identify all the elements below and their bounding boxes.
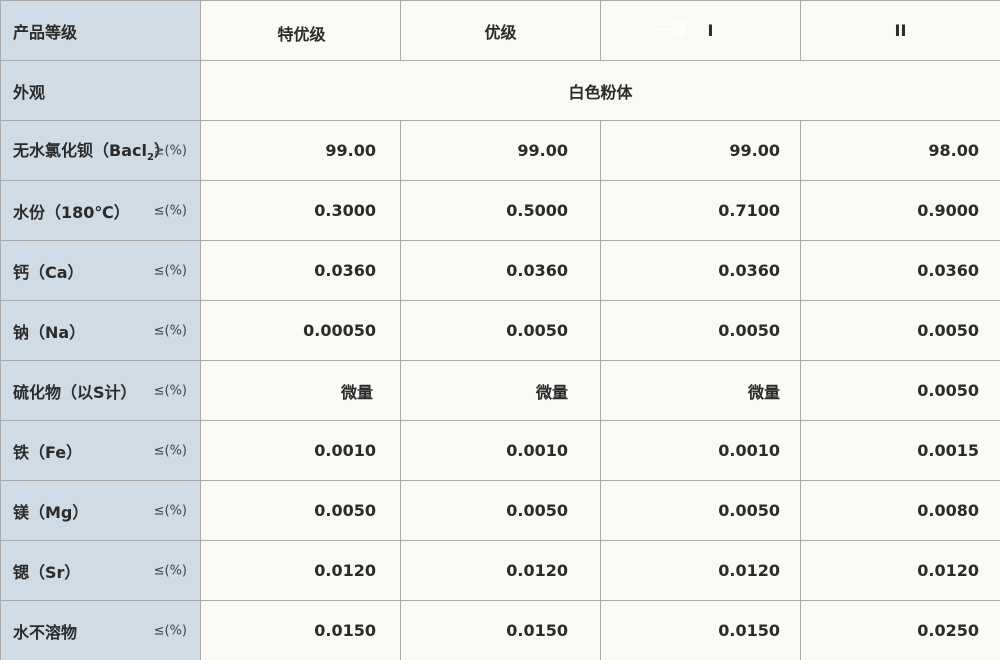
table-row: 水不溶物 ≤(%) 0.0150 0.0150 0.0150 0.0250 <box>0 600 1000 660</box>
row-label-main: 硫化物（以S计） <box>13 382 137 402</box>
value-cell: 0.0360 <box>200 240 401 301</box>
row-label: 水份（180℃） ≤(%) <box>0 180 201 241</box>
row-label: 锶（Sr） ≤(%) <box>0 540 201 601</box>
header-row: 产品等级 特优级 优级 一等 I II <box>0 0 1000 61</box>
grade-header-4: II <box>800 0 1000 61</box>
value-cell: 微量 <box>200 360 401 421</box>
value-cell: 微量 <box>400 360 601 421</box>
row-label-main: 钙（Ca） <box>13 262 84 282</box>
value-cell: 微量 <box>600 360 801 421</box>
table-row: 钙（Ca） ≤(%) 0.0360 0.0360 0.0360 0.0360 <box>0 240 1000 301</box>
row-label: 硫化物（以S计） ≤(%) <box>0 360 201 421</box>
table-row: 无水氯化钡（Bacl2） ≥(%) 99.00 99.00 99.00 98.00 <box>0 120 1000 181</box>
row-label-main: 铁（Fe） <box>13 442 83 462</box>
row-label-text: 产品等级 <box>13 22 78 42</box>
value-cell: 0.0050 <box>600 480 801 541</box>
unit-label: ≤(%) <box>153 323 187 338</box>
grade-header-3-text: I <box>707 21 714 40</box>
row-label: 无水氯化钡（Bacl2） ≥(%) <box>0 120 201 181</box>
row-label-text: 钙（Ca） <box>13 259 84 283</box>
unit-label: ≤(%) <box>153 623 187 638</box>
value-cell: 99.00 <box>600 120 801 181</box>
grade-header-2: 优级 <box>400 0 601 61</box>
row-label-grade: 产品等级 <box>0 0 201 61</box>
unit-label: ≤(%) <box>153 203 187 218</box>
unit-label: ≤(%) <box>153 563 187 578</box>
value-cell: 99.00 <box>200 120 401 181</box>
row-label-text: 铁（Fe） <box>13 439 82 463</box>
row-label-text: 硫化物（以S计） <box>13 379 137 403</box>
unit-label: ≤(%) <box>153 503 187 518</box>
appearance-row: 外观 白色粉体 <box>0 60 1000 121</box>
value-cell: 0.0010 <box>400 420 601 481</box>
row-label-text: 无水氯化钡（Bacl2） <box>13 137 170 163</box>
row-label: 钠（Na） ≤(%) <box>0 300 201 361</box>
value-cell: 0.0050 <box>400 480 601 541</box>
row-label-main: 锶（Sr） <box>13 562 81 582</box>
value-cell: 0.0150 <box>400 600 601 660</box>
value-cell: 0.5000 <box>400 180 601 241</box>
value-cell: 0.0080 <box>800 480 1000 541</box>
grade-header-3: 一等 I <box>600 0 801 61</box>
appearance-value: 白色粉体 <box>200 60 1000 121</box>
value-cell: 0.0360 <box>600 240 801 301</box>
row-label-appearance: 外观 <box>0 60 201 121</box>
unit-label: ≥(%) <box>153 143 187 158</box>
value-cell: 0.0050 <box>800 360 1000 421</box>
row-label-text: 镁（Mg） <box>13 499 88 523</box>
row-label-main: 水份（180℃） <box>13 202 130 222</box>
row-label-text: 钠（Na） <box>13 319 85 343</box>
value-cell: 0.0050 <box>600 300 801 361</box>
table-row: 水份（180℃） ≤(%) 0.3000 0.5000 0.7100 0.9000 <box>0 180 1000 241</box>
row-label-main: 无水氯化钡（Bacl <box>13 141 147 161</box>
row-label-main: 钠（Na） <box>13 322 86 342</box>
table-row: 锶（Sr） ≤(%) 0.0120 0.0120 0.0120 0.0120 <box>0 540 1000 601</box>
unit-label: ≤(%) <box>153 263 187 278</box>
value-cell: 0.0120 <box>400 540 601 601</box>
value-cell: 0.9000 <box>800 180 1000 241</box>
value-cell: 0.7100 <box>600 180 801 241</box>
value-cell: 0.0120 <box>200 540 401 601</box>
row-label-main: 镁（Mg） <box>13 502 89 522</box>
table-row: 钠（Na） ≤(%) 0.00050 0.0050 0.0050 0.0050 <box>0 300 1000 361</box>
table-row: 镁（Mg） ≤(%) 0.0050 0.0050 0.0050 0.0080 <box>0 480 1000 541</box>
value-cell: 0.0150 <box>200 600 401 660</box>
value-cell: 0.3000 <box>200 180 401 241</box>
value-cell: 0.0010 <box>200 420 401 481</box>
row-label-text: 外观 <box>13 82 46 102</box>
value-cell: 0.0050 <box>400 300 601 361</box>
row-label-main: 水不溶物 <box>13 622 78 642</box>
value-cell: 0.0015 <box>800 420 1000 481</box>
table-row: 硫化物（以S计） ≤(%) 微量 微量 微量 0.0050 <box>0 360 1000 421</box>
value-cell: 0.0150 <box>600 600 801 660</box>
value-cell: 0.0360 <box>400 240 601 301</box>
value-cell: 0.0050 <box>200 480 401 541</box>
grade-header-3-ghost-text: 一等 <box>655 20 688 40</box>
row-label-text: 水不溶物 <box>13 619 77 643</box>
table-row: 铁（Fe） ≤(%) 0.0010 0.0010 0.0010 0.0015 <box>0 420 1000 481</box>
spec-table: 产品等级 特优级 优级 一等 I II 外观 白色粉体 无水氯化钡（Bacl2）… <box>0 0 1000 660</box>
value-cell: 0.0120 <box>600 540 801 601</box>
value-cell: 0.0010 <box>600 420 801 481</box>
row-label-text: 水份（180℃） <box>13 199 130 223</box>
unit-label: ≤(%) <box>153 443 187 458</box>
value-cell: 98.00 <box>800 120 1000 181</box>
value-cell: 0.0250 <box>800 600 1000 660</box>
value-cell: 0.0050 <box>800 300 1000 361</box>
value-cell: 0.00050 <box>200 300 401 361</box>
row-label-text: 锶（Sr） <box>13 559 80 583</box>
row-label: 钙（Ca） ≤(%) <box>0 240 201 301</box>
value-cell: 0.0120 <box>800 540 1000 601</box>
row-label: 铁（Fe） ≤(%) <box>0 420 201 481</box>
row-label: 镁（Mg） ≤(%) <box>0 480 201 541</box>
unit-label: ≤(%) <box>153 383 187 398</box>
value-cell: 99.00 <box>400 120 601 181</box>
value-cell: 0.0360 <box>800 240 1000 301</box>
row-label: 水不溶物 ≤(%) <box>0 600 201 660</box>
grade-header-1: 特优级 <box>200 0 401 61</box>
